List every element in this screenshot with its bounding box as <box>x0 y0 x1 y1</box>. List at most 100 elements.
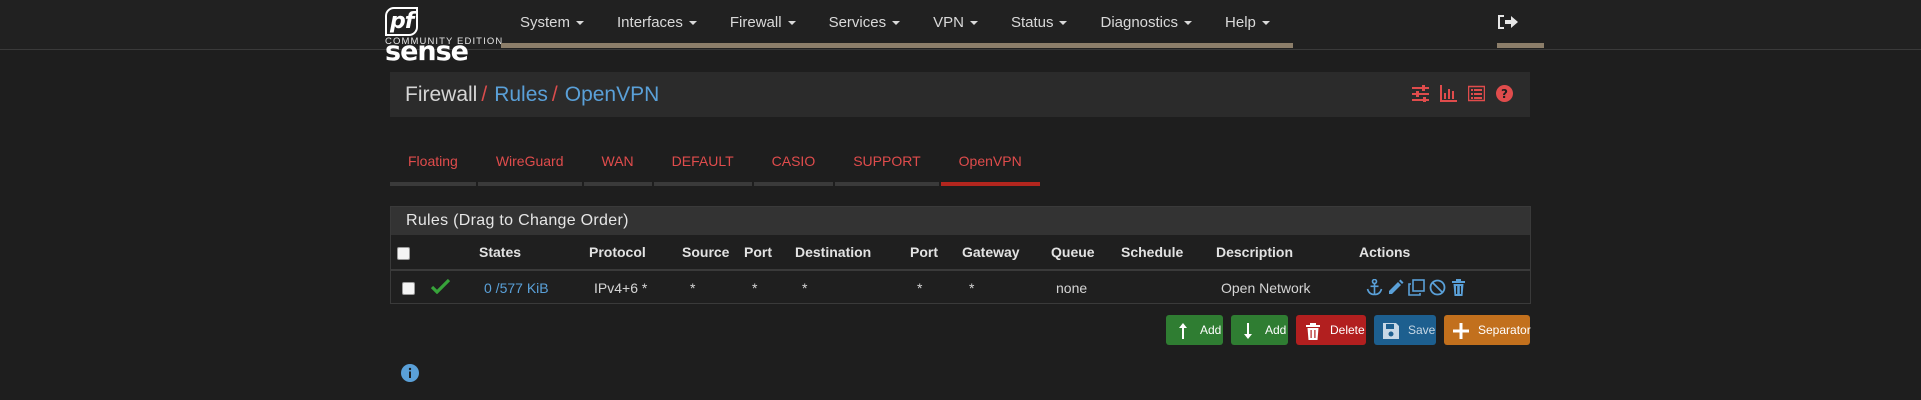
add-top-button[interactable]: Add <box>1166 315 1223 345</box>
row-states-cell: 0 /577 KiB <box>479 270 589 304</box>
arrow-down-icon <box>1239 321 1257 339</box>
logo-mark: pfsense <box>385 4 491 67</box>
chevron-down-icon <box>688 21 697 26</box>
save-button[interactable]: Save <box>1374 315 1436 345</box>
save-icon <box>1382 321 1400 339</box>
bar-chart-icon[interactable] <box>1440 85 1457 102</box>
interface-tabs: Floating WireGuard WAN DEFAULT CASIO SUP… <box>390 145 1042 186</box>
rules-heading: Rules (Drag to Change Order) <box>391 207 1530 235</box>
save-label: Save <box>1408 323 1436 337</box>
row-description: Open Network <box>1221 279 1311 296</box>
breadcrumb-icons: ? <box>1412 85 1513 102</box>
breadcrumb-panel: Firewall / Rules / OpenVPN ? <box>390 72 1530 117</box>
tab-floating[interactable]: Floating <box>390 145 476 186</box>
delete-button[interactable]: Delete <box>1296 315 1366 345</box>
tab-wan[interactable]: WAN <box>583 145 652 186</box>
add-bottom-label: Add <box>1265 323 1287 337</box>
col-actions: Actions <box>1359 235 1530 271</box>
plus-icon <box>1452 321 1470 339</box>
pfsense-logo[interactable]: pfsense COMMUNITY EDITION <box>385 4 502 67</box>
col-schedule: Schedule <box>1121 235 1216 271</box>
col-source-port: Port <box>744 235 795 271</box>
row-destination: * <box>802 279 808 296</box>
separator-button[interactable]: Separator <box>1444 315 1531 345</box>
tab-openvpn[interactable]: OpenVPN <box>940 145 1040 186</box>
select-all-checkbox[interactable] <box>397 246 410 260</box>
nav-help-label: Help <box>1225 14 1256 31</box>
nav-services-label: Services <box>828 14 887 31</box>
breadcrumb-rules[interactable]: Rules <box>494 83 548 106</box>
nav-system-label: System <box>520 14 571 31</box>
chevron-down-icon <box>787 21 796 26</box>
col-queue: Queue <box>1051 235 1121 271</box>
top-navbar: pfsense COMMUNITY EDITION System Interfa… <box>0 0 1921 67</box>
arrow-up-icon <box>1174 321 1192 339</box>
trash-icon[interactable] <box>1450 279 1467 296</box>
col-gateway: Gateway <box>962 235 1051 271</box>
ban-icon[interactable] <box>1429 279 1446 296</box>
nav-vpn[interactable]: VPN <box>919 0 997 45</box>
chevron-down-icon <box>969 21 978 26</box>
help-circle-icon[interactable]: ? <box>1496 85 1513 102</box>
trash-icon <box>1304 321 1322 340</box>
copy-icon[interactable] <box>1408 279 1425 296</box>
svg-text:?: ? <box>1501 87 1508 101</box>
tab-support[interactable]: SUPPORT <box>835 145 940 186</box>
nav-firewall[interactable]: Firewall <box>716 0 815 45</box>
rules-table: States Protocol Source Port Destination … <box>391 235 1530 304</box>
pencil-icon[interactable] <box>1387 279 1404 296</box>
chevron-down-icon <box>576 21 585 26</box>
chevron-down-icon <box>1059 21 1068 26</box>
row-select-cell <box>391 270 431 304</box>
table-row[interactable]: 0 /577 KiB IPv4+6 * * * * * * none Open … <box>391 270 1530 304</box>
col-description: Description <box>1216 235 1359 271</box>
tab-default[interactable]: DEFAULT <box>653 145 752 186</box>
separator-label: Separator <box>1478 323 1531 337</box>
states-link[interactable]: 0 /577 KiB <box>484 280 549 296</box>
row-schedule <box>1121 270 1216 304</box>
chevron-down-icon <box>892 21 901 26</box>
nav-status-label: Status <box>1010 14 1054 31</box>
anchor-icon[interactable] <box>1366 278 1383 296</box>
breadcrumb-separator: / <box>481 83 488 106</box>
sliders-icon[interactable] <box>1412 85 1429 102</box>
select-all-cell <box>391 235 431 271</box>
add-bottom-button[interactable]: Add <box>1231 315 1288 345</box>
row-checkbox[interactable] <box>402 282 415 296</box>
add-top-label: Add <box>1200 323 1222 337</box>
nav-services[interactable]: Services <box>815 0 920 45</box>
tab-wireguard[interactable]: WireGuard <box>477 145 582 186</box>
tab-casio[interactable]: CASIO <box>753 145 834 186</box>
table-header-row: States Protocol Source Port Destination … <box>391 235 1530 271</box>
nav-system[interactable]: System <box>506 0 603 45</box>
list-icon[interactable] <box>1467 85 1486 102</box>
info-icon[interactable] <box>401 364 419 382</box>
breadcrumb: Firewall / Rules / OpenVPN <box>405 72 659 117</box>
col-states: States <box>479 235 589 271</box>
row-queue: none <box>1056 279 1088 296</box>
breadcrumb-separator: / <box>551 83 558 106</box>
nav-firewall-label: Firewall <box>729 14 782 31</box>
nav-help[interactable]: Help <box>1211 0 1289 45</box>
row-destination-port: * <box>917 279 923 296</box>
breadcrumb-openvpn[interactable]: OpenVPN <box>565 83 660 106</box>
rules-panel: Rules (Drag to Change Order) States Prot… <box>390 206 1531 304</box>
row-actions-cell <box>1359 270 1530 304</box>
row-gateway: * <box>969 279 975 296</box>
chevron-down-icon <box>1261 21 1270 26</box>
nav-interfaces[interactable]: Interfaces <box>603 0 716 45</box>
chevron-down-icon <box>1184 21 1193 26</box>
nav-diagnostics[interactable]: Diagnostics <box>1086 0 1211 45</box>
col-protocol: Protocol <box>589 235 682 271</box>
nav-status[interactable]: Status <box>997 0 1087 45</box>
sign-out-icon[interactable] <box>1496 12 1520 32</box>
logo-pf: pf <box>385 7 419 36</box>
row-protocol: IPv4+6 * <box>594 279 648 296</box>
nav-interfaces-label: Interfaces <box>617 14 683 31</box>
check-icon[interactable] <box>430 278 451 297</box>
row-actions <box>1366 278 1530 296</box>
nav-diagnostics-label: Diagnostics <box>1100 14 1179 31</box>
row-source: * <box>690 279 696 296</box>
col-source: Source <box>682 235 744 271</box>
delete-label: Delete <box>1330 323 1365 337</box>
